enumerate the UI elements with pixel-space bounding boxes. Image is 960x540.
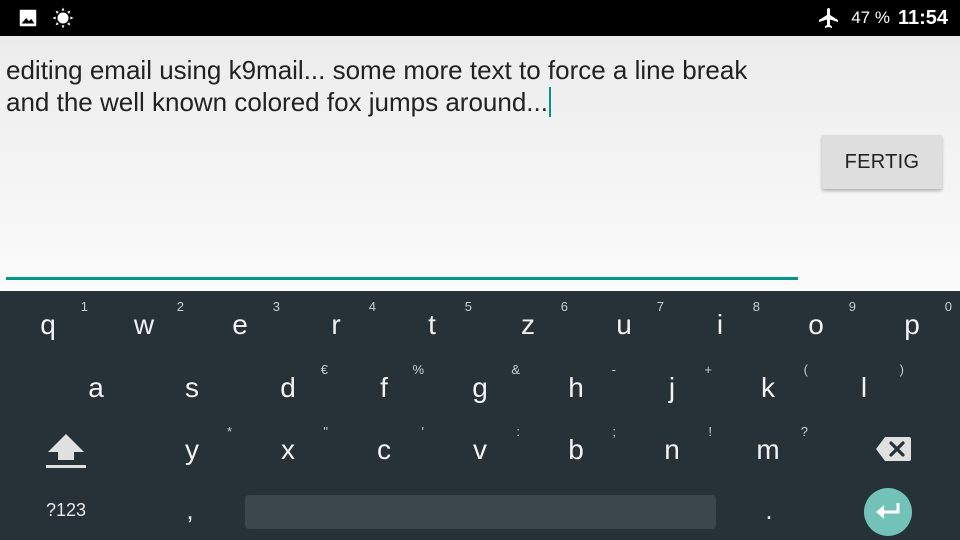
text-field-underline [6,277,798,280]
shift-key[interactable] [0,418,132,480]
key-label: a [88,372,104,403]
comma-key[interactable]: , [142,481,238,540]
key-hint: ) [899,362,904,377]
key-hint: % [412,362,424,377]
key-y[interactable]: y * [144,418,240,480]
key-c[interactable]: c ' [336,418,432,480]
key-b[interactable]: b; [528,418,624,480]
key-i[interactable]: i8 [672,293,768,355]
key-hint: ! [708,424,712,439]
key-h[interactable]: h- [528,356,624,418]
key-f[interactable]: f% [336,356,432,418]
key-n[interactable]: n! [624,418,720,480]
key-hint: 9 [848,299,856,314]
key-label: x [281,434,295,465]
symbols-key[interactable]: ?123 [0,481,132,540]
key-u[interactable]: u7 [576,293,672,355]
key-label: y [185,434,199,465]
key-hint: ( [803,362,808,377]
key-hint: 3 [272,299,280,314]
key-e[interactable]: e3 [192,293,288,355]
image-notification-icon [19,9,37,27]
key-l[interactable]: l) [816,356,912,418]
key-hint: 7 [656,299,664,314]
key-hint: & [511,362,520,377]
key-hint: 6 [560,299,568,314]
key-label: s [185,372,199,403]
key-label: h [568,372,584,403]
period-key[interactable]: . [721,481,817,540]
text-line-1: editing email using k9mail... some more … [6,55,748,85]
key-p[interactable]: p0 [864,293,960,355]
key-hint: - [611,362,616,377]
key-m[interactable]: m? [720,418,816,480]
email-editor: editing email using k9mail... some more … [0,36,960,291]
key-hint: 1 [80,299,88,314]
key-hint: 8 [752,299,760,314]
key-hint: : [516,424,520,439]
key-d[interactable]: d € [240,356,336,418]
key-hint: ' [421,424,424,439]
done-button[interactable]: FERTIG [822,135,942,189]
key-k[interactable]: k( [720,356,816,418]
key-label: v [473,434,487,465]
key-s[interactable]: s [144,356,240,418]
key-hint: 5 [464,299,472,314]
text-cursor [548,87,551,117]
key-g[interactable]: g & [432,356,528,418]
screen: 47 % 11:54 editing email using k9mail...… [0,0,960,540]
key-label: b [568,434,584,465]
key-hint: 0 [944,299,952,314]
enter-arrow-icon [876,503,900,519]
backspace-icon [876,437,911,461]
key-hint: + [704,362,712,377]
key-w[interactable]: w2 [96,293,192,355]
key-label: n [664,434,680,465]
key-hint: 4 [368,299,376,314]
key-x[interactable]: x " [240,418,336,480]
key-r[interactable]: r4 [288,293,384,355]
status-bar-right: 47 % 11:54 [817,0,948,36]
soft-keyboard: q1w2e3r4t5z6u7i8o9p0 a s d € f% g & h - j + k(l) y *… [0,291,960,540]
battery-percentage: 47 % [851,8,890,27]
key-hint: ? [800,424,808,439]
email-text-field[interactable]: editing email using k9mail... some more … [6,54,806,118]
key-o[interactable]: o9 [768,293,864,355]
shift-icon [46,434,86,468]
brightness-icon [52,7,74,29]
key-z[interactable]: z6 [480,293,576,355]
status-bar: 47 % 11:54 [0,0,960,36]
key-v[interactable]: v: [432,418,528,480]
backspace-key[interactable] [852,418,948,480]
enter-key[interactable] [864,488,912,536]
text-line-2: and the well known colored fox jumps aro… [6,86,806,118]
key-t[interactable]: t5 [384,293,480,355]
key-hint: € [320,362,328,377]
key-a[interactable]: a [48,356,144,418]
key-hint: * [226,424,232,439]
text-line-2-content: and the well known colored fox jumps aro… [6,87,548,117]
clock: 11:54 [897,6,948,29]
key-label: k [761,372,775,403]
key-hint: ; [612,424,616,439]
key-hint: 2 [176,299,184,314]
key-label: c [377,434,391,465]
key-q[interactable]: q1 [0,293,96,355]
space-key[interactable] [245,495,716,529]
key-j[interactable]: j + [624,356,720,418]
key-label: l [860,372,868,403]
key-hint: " [323,424,328,439]
airplane-mode-icon [819,8,839,28]
